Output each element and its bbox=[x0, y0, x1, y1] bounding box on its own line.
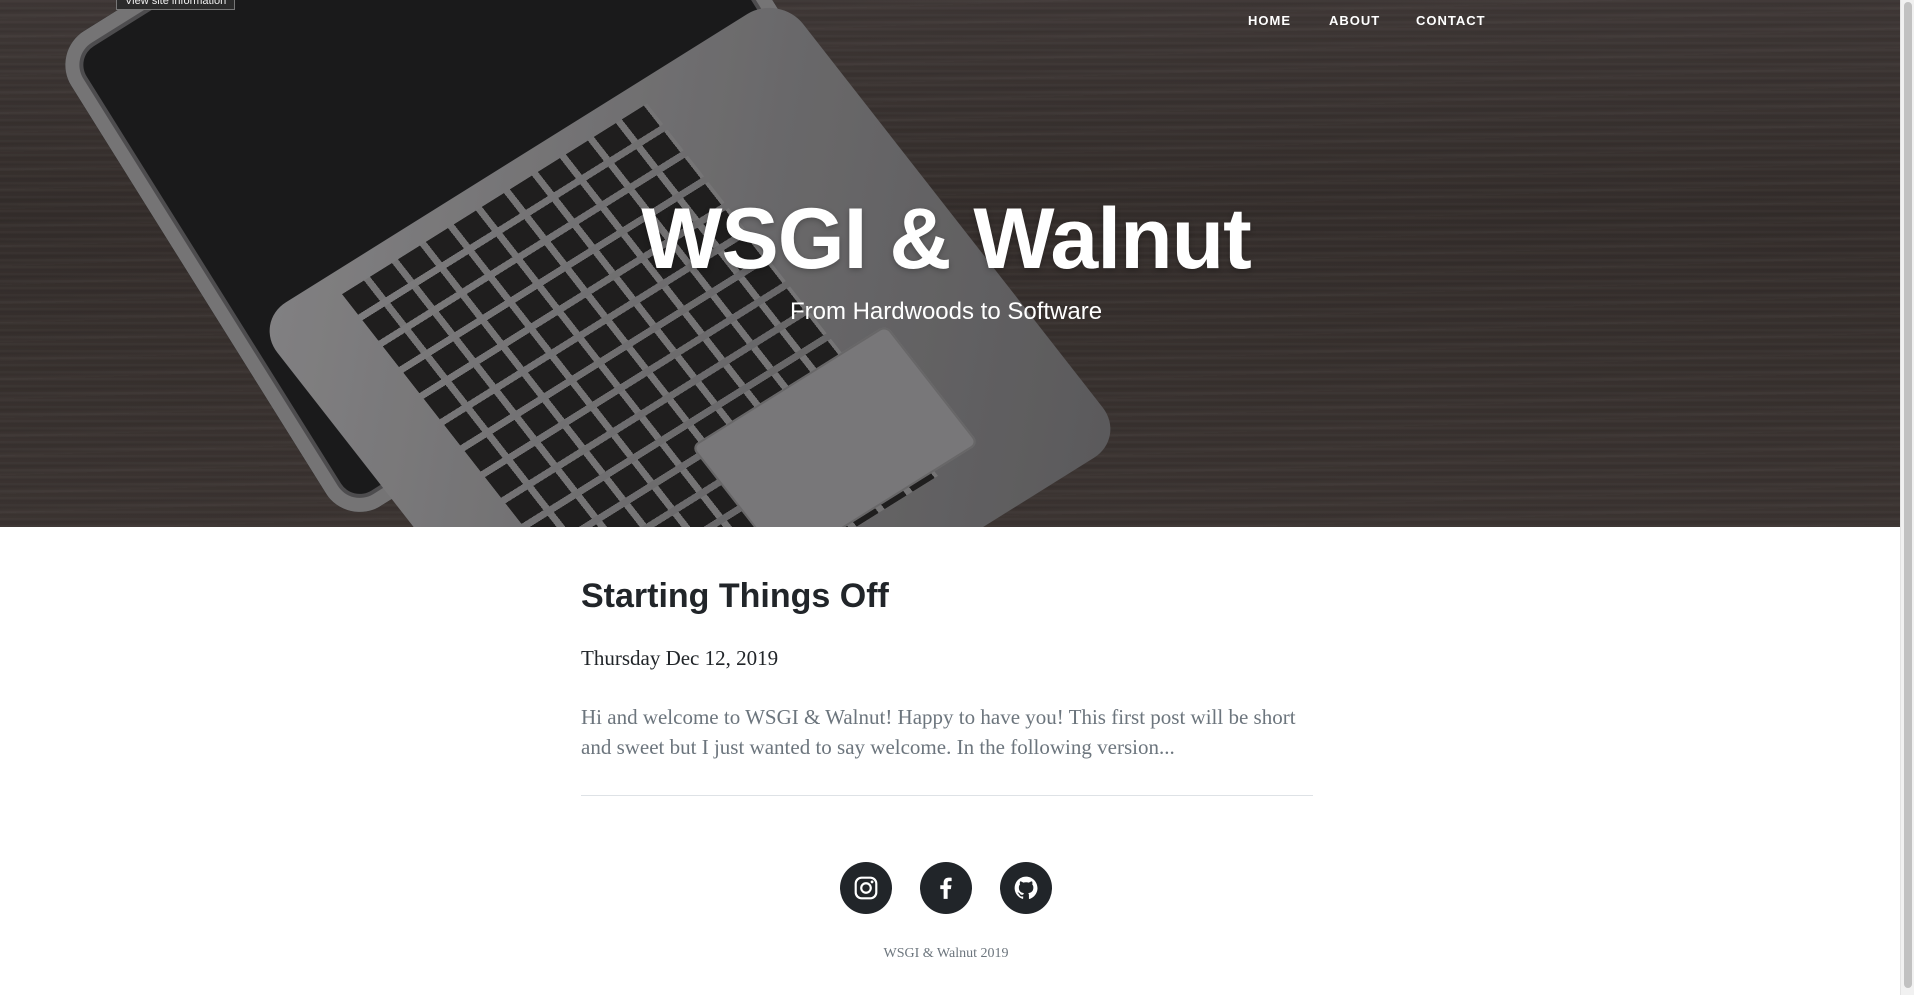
instagram-link[interactable] bbox=[840, 862, 892, 914]
post-preview[interactable]: Starting Things Off Thursday Dec 12, 201… bbox=[581, 576, 1313, 762]
nav-about-link[interactable]: ABOUT bbox=[1329, 13, 1380, 28]
nav-home-link[interactable]: HOME bbox=[1248, 13, 1291, 28]
main-nav: HOME ABOUT CONTACT bbox=[0, 13, 1900, 33]
divider bbox=[581, 795, 1313, 796]
copyright-text: WSGI & Walnut 2019 bbox=[883, 946, 1009, 961]
github-link[interactable] bbox=[1000, 862, 1052, 914]
post-excerpt[interactable]: Hi and welcome to WSGI & Walnut! Happy t… bbox=[581, 702, 1313, 762]
view-site-information-button[interactable]: View site information bbox=[116, 0, 236, 10]
hero-header: View site information HOME ABOUT CONTACT… bbox=[0, 0, 1900, 527]
post-title[interactable]: Starting Things Off bbox=[581, 576, 1313, 616]
social-links bbox=[0, 862, 1892, 914]
facebook-icon bbox=[940, 877, 952, 899]
facebook-link[interactable] bbox=[920, 862, 972, 914]
page-scrollbar[interactable] bbox=[1900, 0, 1914, 995]
github-icon bbox=[1014, 876, 1038, 899]
post-date: Thursday Dec 12, 2019 bbox=[581, 646, 779, 670]
instagram-icon bbox=[854, 876, 878, 900]
site-title: WSGI & Walnut bbox=[641, 191, 1252, 287]
nav-contact-link[interactable]: CONTACT bbox=[1416, 13, 1486, 28]
site-subtitle: From Hardwoods to Software bbox=[789, 298, 1103, 325]
scrollbar-thumb[interactable] bbox=[1904, 2, 1912, 988]
page: View site information HOME ABOUT CONTACT… bbox=[0, 0, 1900, 995]
